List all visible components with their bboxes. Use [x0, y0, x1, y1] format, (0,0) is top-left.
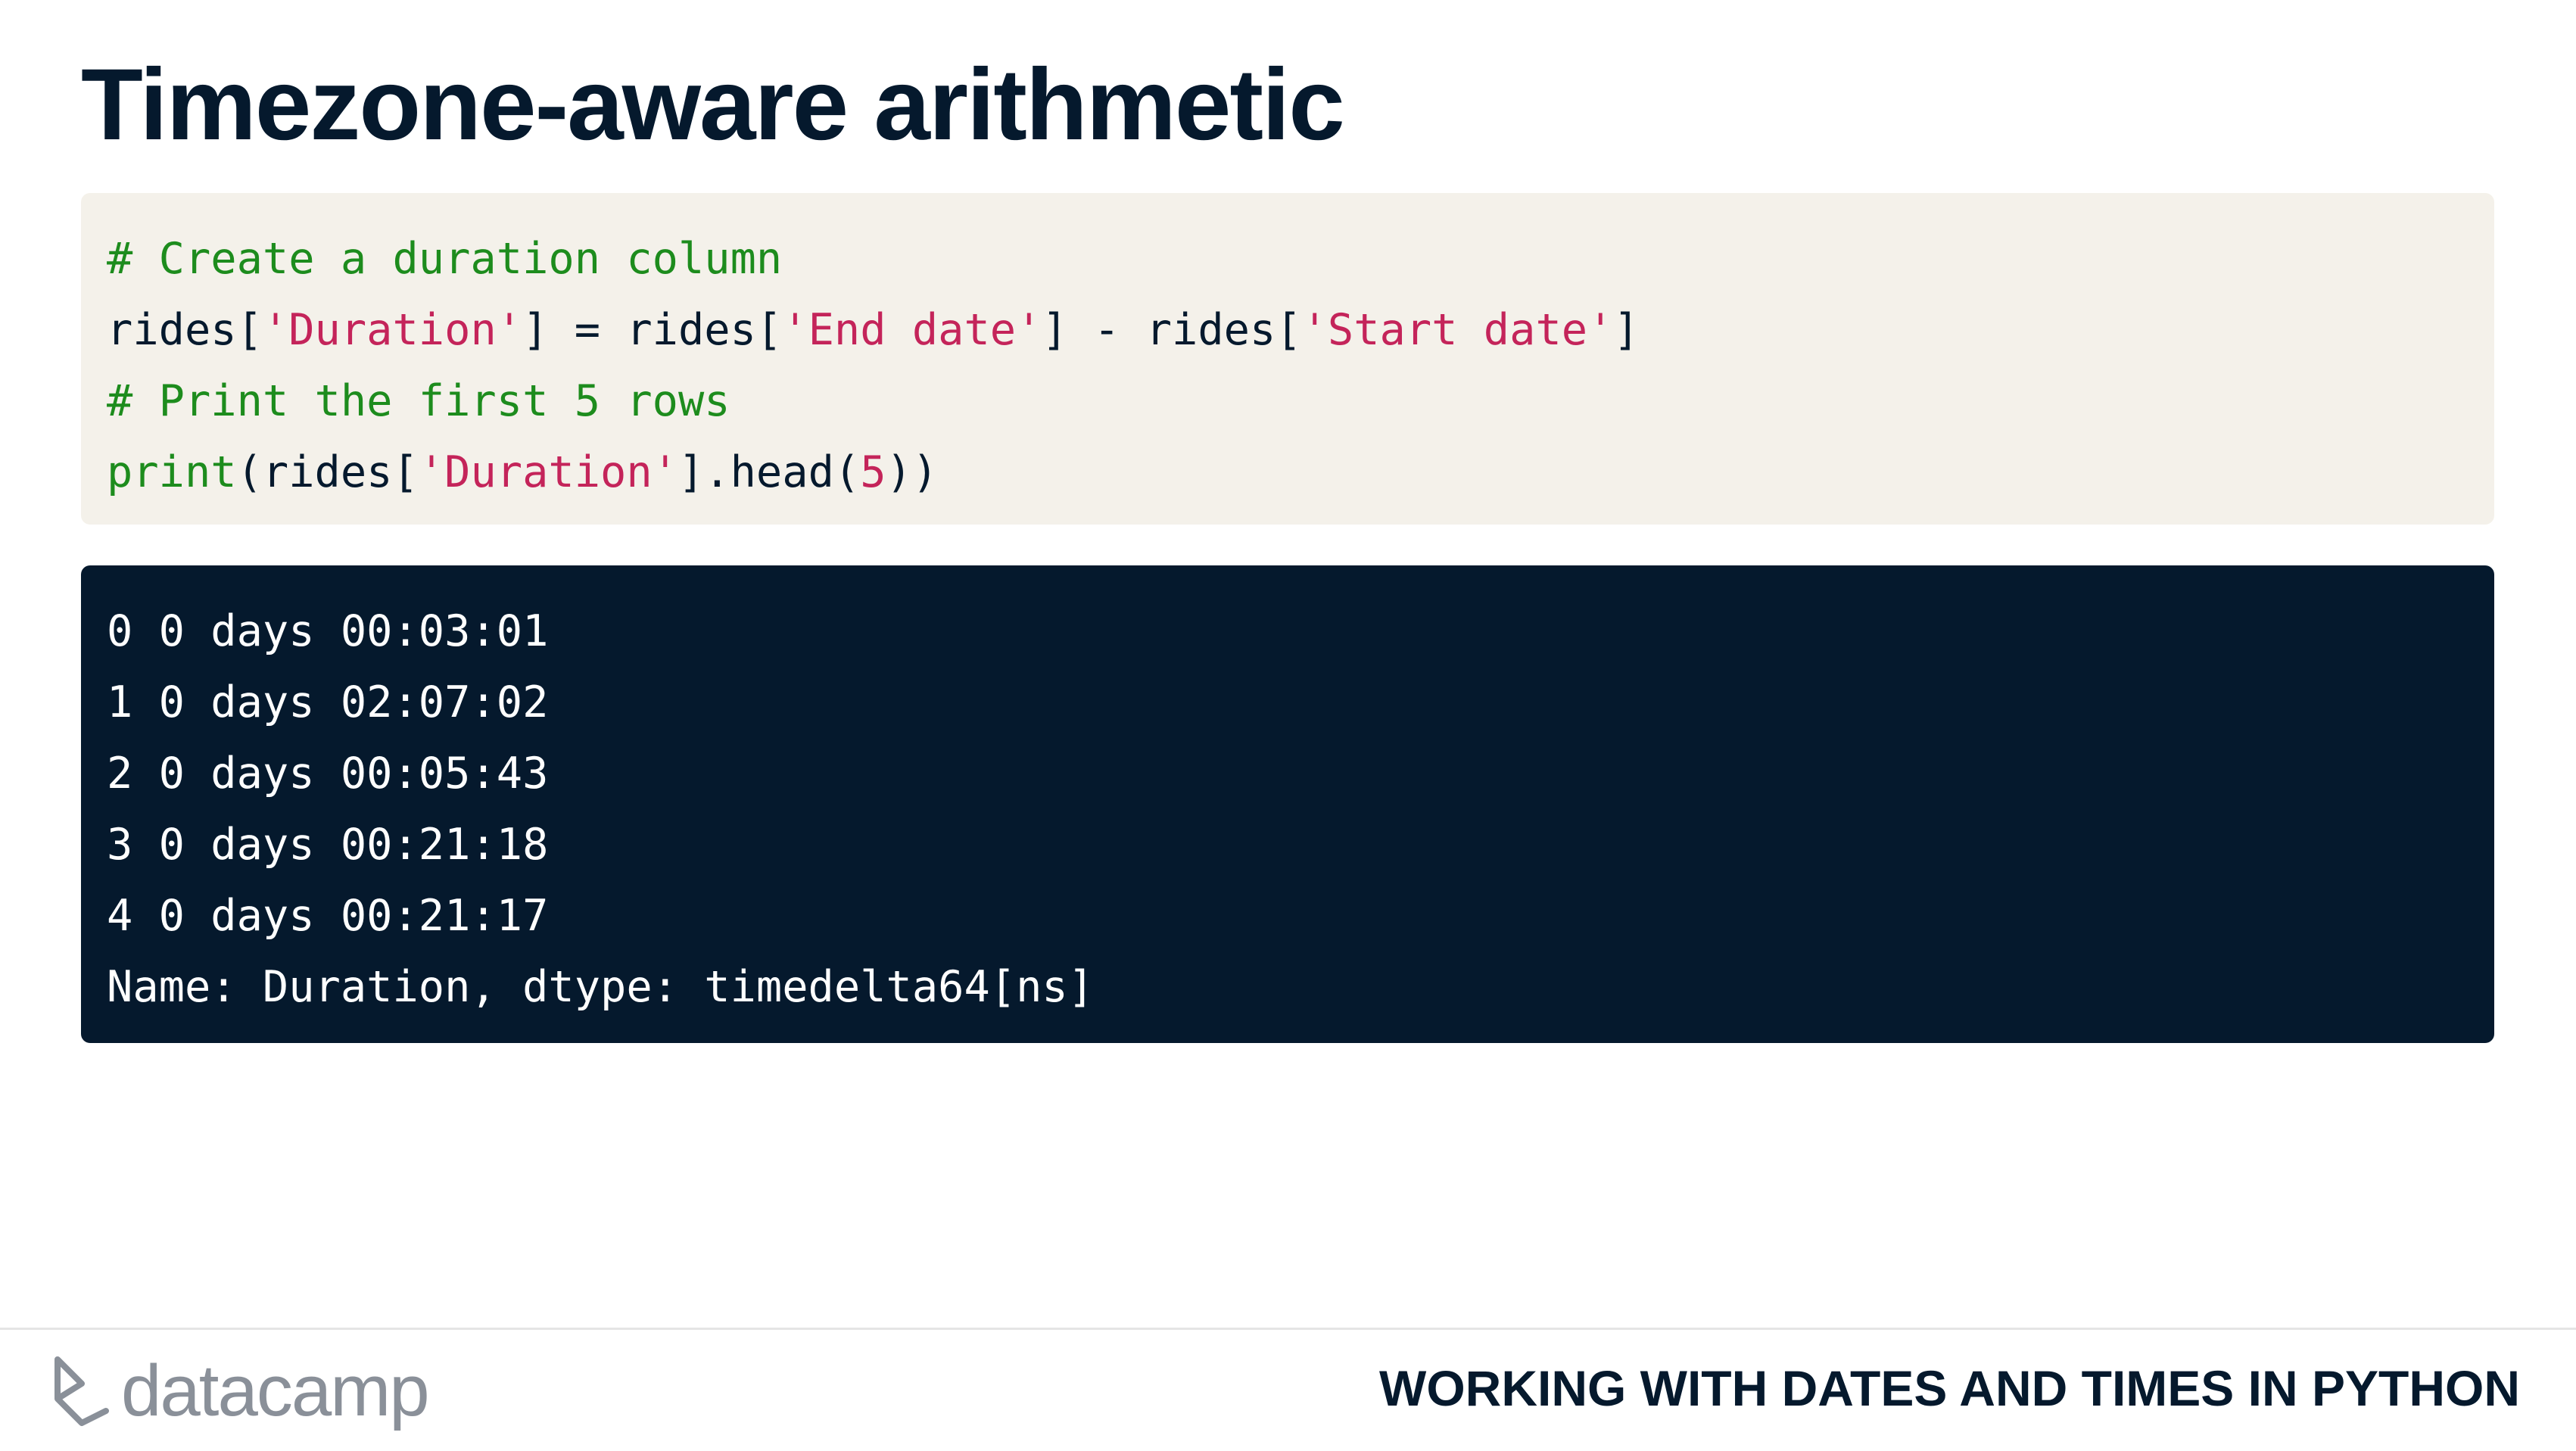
code-string: 'End date' [782, 305, 1042, 355]
output-line: 4 0 days 00:21:17 [107, 891, 549, 941]
code-line-4: print(rides['Duration'].head(5)) [107, 437, 2494, 508]
output-line: 3 0 days 00:21:18 [107, 820, 549, 870]
code-token: )) [886, 447, 939, 497]
code-token: ] - rides[ [1042, 305, 1302, 355]
code-token: ] [1613, 305, 1640, 355]
course-name: WORKING WITH DATES AND TIMES IN PYTHON [1379, 1360, 2520, 1416]
code-token: ] = rides[ [522, 305, 783, 355]
code-token: (rides[ [236, 447, 419, 497]
output-line: 0 0 days 00:03:01 [107, 606, 549, 656]
output-line: 2 0 days 00:05:43 [107, 749, 549, 799]
footer-divider [0, 1328, 2576, 1330]
output-block: 0 0 days 00:03:01 1 0 days 02:07:02 2 0 … [81, 565, 2494, 1043]
datacamp-logo-icon [55, 1356, 109, 1426]
code-token: ].head( [677, 447, 861, 497]
datacamp-logo: datacamp [51, 1350, 430, 1433]
logo-text: datacamp [121, 1350, 430, 1431]
code-function: print [107, 447, 237, 497]
code-number: 5 [860, 447, 886, 497]
code-token: rides[ [107, 305, 263, 355]
code-comment: # Create a duration column [107, 234, 783, 284]
slide-title: Timezone-aware arithmetic [81, 48, 1345, 161]
code-line-2: rides['Duration'] = rides['End date'] - … [107, 294, 2494, 366]
code-block: # Create a duration column rides['Durati… [81, 193, 2494, 525]
code-comment: # Print the first 5 rows [107, 376, 730, 426]
output-line: 1 0 days 02:07:02 [107, 677, 549, 727]
code-string: 'Duration' [262, 305, 523, 355]
code-line-3: # Print the first 5 rows [107, 366, 2494, 437]
code-string: 'Duration' [418, 447, 678, 497]
code-line-1: # Create a duration column [107, 223, 2494, 294]
code-string: 'Start date' [1301, 305, 1614, 355]
output-line: Name: Duration, dtype: timedelta64[ns] [107, 962, 1095, 1012]
